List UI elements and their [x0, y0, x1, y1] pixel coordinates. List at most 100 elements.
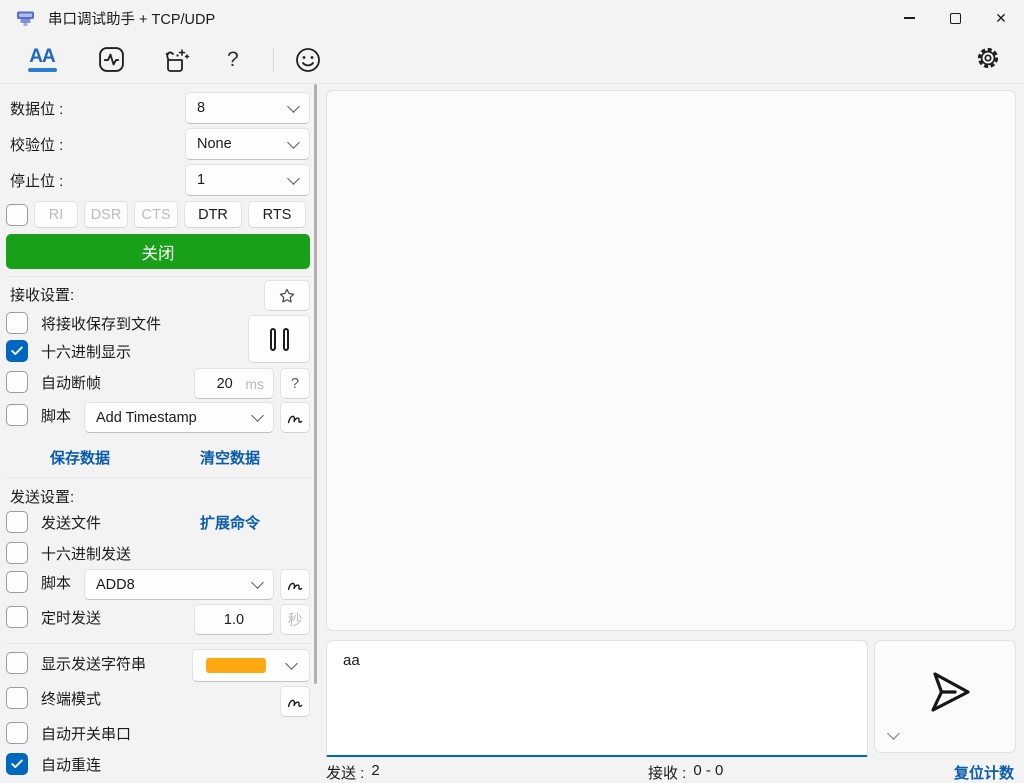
terminal-mode-row: 终端模式 — [6, 686, 101, 710]
timed-send-checkbox[interactable] — [6, 606, 28, 628]
send-file-label: 发送文件 — [41, 512, 101, 533]
rx-script-value: Add Timestamp — [96, 410, 197, 426]
sidebar-scrollbar[interactable] — [314, 84, 317, 684]
favorite-button[interactable] — [264, 280, 310, 311]
recv-label: 接收 : — [648, 762, 686, 783]
terminal-mode-checkbox[interactable] — [6, 687, 28, 709]
hex-display-row: 十六进制显示 — [6, 339, 131, 363]
chevron-down-icon — [285, 657, 298, 670]
auto-frame-help-button[interactable]: ? — [280, 368, 310, 399]
magic-box-icon — [161, 46, 191, 74]
dtr-button[interactable]: DTR — [184, 201, 242, 228]
rx-script-checkbox[interactable] — [6, 404, 28, 426]
toolbar-divider — [273, 48, 274, 72]
pen-icon — [286, 576, 304, 594]
maximize-button[interactable] — [932, 0, 978, 36]
hex-send-label: 十六进制发送 — [41, 543, 131, 564]
rx-script-edit-button[interactable] — [280, 402, 310, 433]
clear-data-link[interactable]: 清空数据 — [200, 447, 260, 468]
timed-send-input[interactable] — [204, 612, 264, 628]
pin-signal-checkbox[interactable] — [6, 204, 28, 226]
close-port-button[interactable]: 关闭 — [6, 234, 310, 269]
close-icon: ✕ — [995, 11, 1007, 25]
plotter-button[interactable] — [98, 39, 125, 81]
data-bits-select[interactable]: 8 — [185, 92, 310, 124]
save-data-link[interactable]: 保存数据 — [50, 447, 110, 468]
show-send-string-label: 显示发送字符串 — [41, 653, 146, 674]
chevron-down-icon — [287, 136, 300, 149]
tx-script-select[interactable]: ADD8 — [84, 569, 274, 600]
tx-script-edit-button[interactable] — [280, 569, 310, 600]
parity-value: None — [197, 136, 232, 152]
font-settings-button[interactable]: AA — [22, 39, 62, 81]
status-bar: 发送 : 2 接收 : 0 - 0 复位计数 — [0, 758, 1024, 783]
save-to-file-checkbox[interactable] — [6, 312, 28, 334]
save-data-link-row: 保存数据 — [50, 447, 110, 467]
magic-tools-button[interactable] — [161, 39, 191, 81]
app-window: 串口调试助手 + TCP/UDP ✕ AA — [0, 0, 1024, 783]
receive-settings-title: 接收设置: — [10, 283, 74, 305]
chevron-down-icon — [251, 576, 264, 589]
tx-script-row: 脚本 — [6, 570, 71, 594]
send-color-select[interactable] — [192, 649, 310, 682]
sent-counter: 发送 : 2 — [326, 762, 380, 783]
pause-icon — [270, 328, 276, 351]
minimize-button[interactable] — [886, 0, 932, 36]
timed-send-row: 定时发送 — [6, 605, 101, 629]
hex-send-checkbox[interactable] — [6, 542, 28, 564]
hex-display-checkbox[interactable] — [6, 340, 28, 362]
timed-send-unit: 秒 — [288, 609, 303, 630]
parity-select[interactable]: None — [185, 128, 310, 160]
rx-script-select[interactable]: Add Timestamp — [84, 402, 274, 433]
smiley-icon — [294, 46, 322, 74]
stop-bits-value: 1 — [197, 172, 205, 188]
timed-send-unit-button: 秒 — [280, 604, 310, 635]
minimize-icon — [904, 17, 915, 18]
send-button[interactable] — [874, 640, 1016, 753]
receive-display-area[interactable] — [326, 90, 1016, 631]
extend-cmd-link[interactable]: 扩展命令 — [200, 512, 260, 533]
settings-button[interactable] — [976, 46, 1000, 75]
sidebar: 数据位 : 8 校验位 : None 停止位 : 1 RI DSR CTS DT… — [0, 84, 322, 783]
app-icon — [16, 10, 35, 27]
sent-label: 发送 : — [326, 762, 364, 783]
reset-count-link[interactable]: 复位计数 — [954, 762, 1014, 783]
color-swatch — [206, 658, 266, 673]
reset-count-wrap: 复位计数 — [954, 762, 1014, 783]
window-title: 串口调试助手 + TCP/UDP — [48, 8, 215, 29]
recv-counter: 接收 : 0 - 0 — [648, 762, 723, 783]
tx-script-checkbox[interactable] — [6, 571, 28, 593]
hex-send-row: 十六进制发送 — [6, 541, 131, 565]
title-bar: 串口调试助手 + TCP/UDP ✕ — [0, 0, 1024, 36]
help-button[interactable]: ? — [227, 39, 239, 81]
feedback-button[interactable] — [294, 39, 322, 81]
pause-button[interactable] — [248, 315, 310, 363]
chevron-down-icon — [251, 409, 264, 422]
show-send-string-checkbox[interactable] — [6, 652, 28, 674]
star-icon — [278, 287, 296, 305]
send-file-checkbox[interactable] — [6, 511, 28, 533]
send-options-chevron-icon[interactable] — [887, 727, 900, 740]
close-button[interactable]: ✕ — [978, 0, 1024, 36]
pin-signal-row: RI DSR CTS DTR RTS — [6, 201, 306, 228]
pen-icon — [286, 409, 304, 427]
send-file-row: 发送文件 — [6, 510, 101, 534]
rx-script-row: 脚本 — [6, 403, 71, 427]
pen-icon — [286, 693, 304, 711]
auto-switch-port-checkbox[interactable] — [6, 722, 28, 744]
save-to-file-label: 将接收保存到文件 — [41, 313, 161, 334]
paper-plane-icon — [921, 669, 973, 715]
send-text-input[interactable]: aa — [326, 640, 868, 757]
stop-bits-select[interactable]: 1 — [185, 164, 310, 196]
divider — [6, 477, 312, 478]
tx-script-label: 脚本 — [41, 572, 71, 593]
stop-bits-row: 停止位 : — [10, 164, 63, 196]
rts-button[interactable]: RTS — [248, 201, 306, 228]
save-to-file-row: 将接收保存到文件 — [6, 311, 161, 335]
auto-frame-input[interactable] — [204, 376, 245, 392]
chevron-down-icon — [287, 172, 300, 185]
auto-frame-checkbox[interactable] — [6, 371, 28, 393]
auto-frame-unit: ms — [245, 376, 264, 392]
terminal-mode-edit-button[interactable] — [280, 686, 310, 717]
check-icon — [11, 346, 23, 356]
